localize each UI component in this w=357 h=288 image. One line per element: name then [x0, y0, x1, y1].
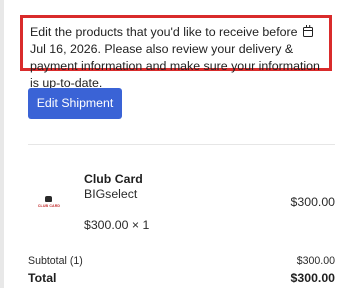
delivery-notice: Edit the products that you'd like to rec…: [20, 15, 332, 90]
section-divider: [28, 144, 335, 145]
club-card-logo-icon: [45, 196, 52, 202]
notice-text-lead: Edit the products that you'd like to rec…: [30, 25, 298, 39]
product-thumbnail: CLUB CARD: [36, 195, 62, 212]
notice-date: Jul 16, 2026.: [30, 42, 101, 56]
edit-shipment-button[interactable]: Edit Shipment: [28, 88, 122, 119]
product-variant: BIGselect: [84, 187, 138, 201]
product-unit-price-quantity: $300.00 × 1: [84, 218, 150, 232]
total-value: $300.00: [290, 271, 335, 285]
subtotal-value: $300.00: [296, 255, 335, 267]
total-label: Total: [28, 271, 57, 285]
product-line-total: $300.00: [290, 195, 335, 209]
page-edge: [0, 0, 4, 288]
subtotal-label: Subtotal (1): [28, 255, 83, 267]
calendar-icon: [303, 25, 313, 37]
product-name: Club Card: [84, 172, 143, 186]
thumbnail-label: CLUB CARD: [37, 204, 61, 208]
